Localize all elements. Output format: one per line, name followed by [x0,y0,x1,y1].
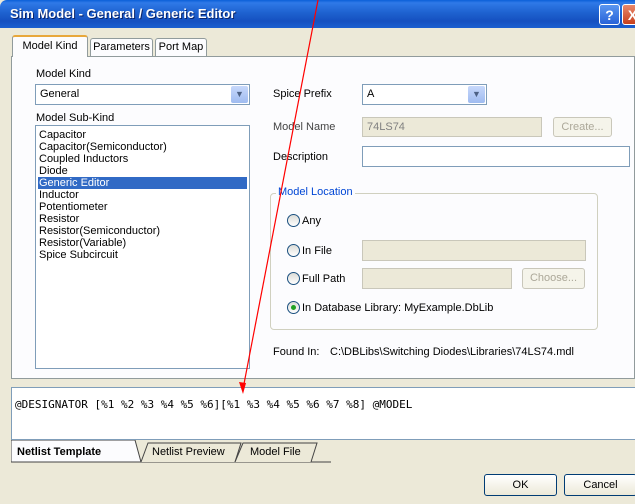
annotation-arrow [239,0,319,394]
tab-model-kind[interactable]: Model Kind [12,35,88,57]
